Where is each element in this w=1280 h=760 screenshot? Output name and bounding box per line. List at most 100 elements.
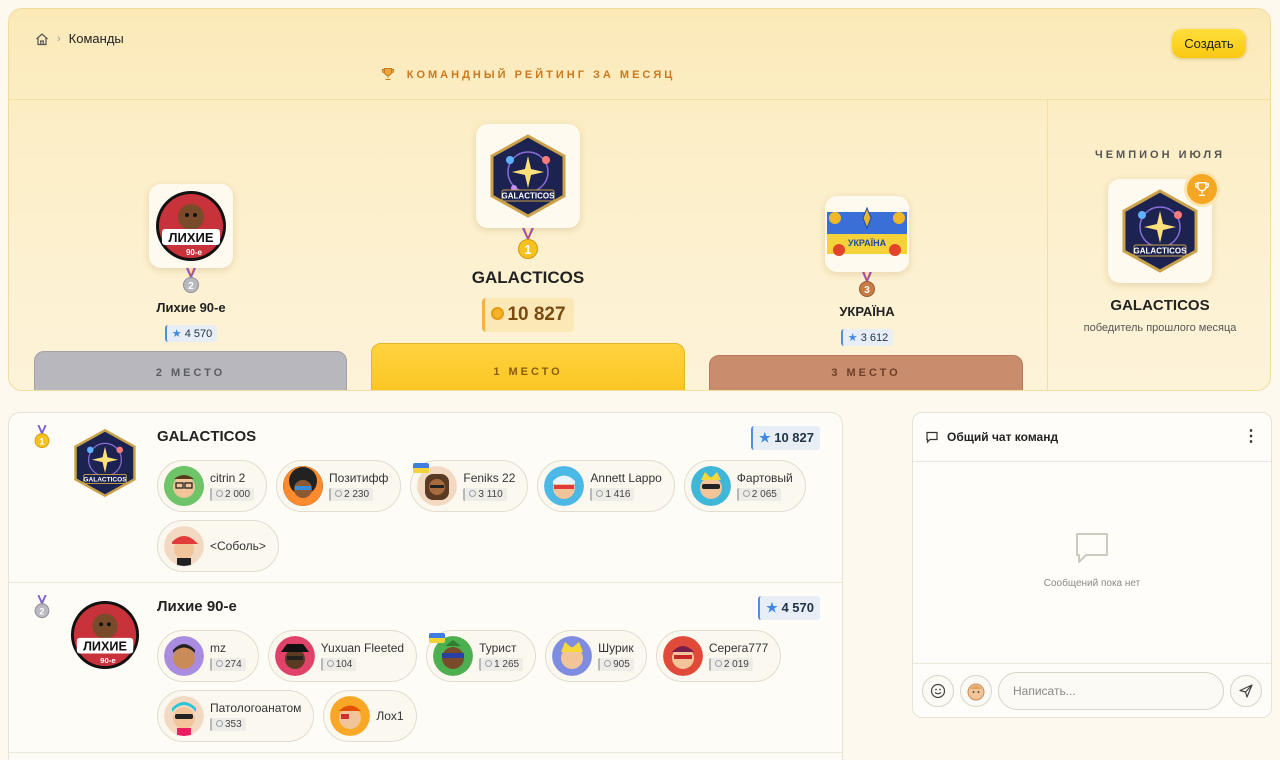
svg-text:GALACTICOS: GALACTICOS [83, 476, 127, 483]
member-chip[interactable]: citrin 2 2 000 [157, 460, 268, 512]
coin-icon [469, 490, 477, 497]
member-name: citrin 2 [210, 471, 246, 485]
avatar-sunglasses-icon [690, 466, 731, 506]
member-chip[interactable]: Yuxuan Fleeted 104 [267, 630, 418, 682]
podium-third-score-value: 3 612 [860, 332, 889, 344]
coin-icon [216, 720, 223, 727]
team-score: ★ 10 827 [750, 426, 820, 450]
coin-icon [216, 490, 223, 497]
coin-icon [216, 660, 223, 667]
member-chip[interactable]: Серега777 2 019 [655, 630, 782, 682]
team-row[interactable]: 2 ЛИХИЕ 90-е Лихие 90-е ★ 4 570 mz 274 Yu… [9, 583, 842, 753]
member-name: Серега777 [708, 641, 769, 655]
podium-first[interactable]: GALACTICOS 1 GALACTICOS 10 827 [458, 124, 598, 332]
podium-second[interactable]: ЛИХИЕ 90-е 2 Лихие 90-е ★ 4 570 [121, 184, 261, 342]
member-score-value: 2 019 [723, 659, 749, 670]
member-score: 1 265 [479, 658, 524, 671]
member-name: Турист [479, 641, 517, 655]
svg-text:2: 2 [188, 281, 194, 292]
trophy-icon [381, 67, 395, 84]
team-name[interactable]: Лихие 90-е [157, 598, 237, 615]
member-chip[interactable]: Позитифф 2 230 [276, 460, 402, 512]
member-name: Лох1 [376, 709, 404, 723]
member-chip[interactable]: Лох1 [323, 690, 417, 742]
member-chip[interactable]: Турист 1 265 [426, 630, 537, 682]
svg-text:1: 1 [39, 436, 44, 446]
banner-divider [9, 99, 1270, 100]
member-score-value: 1 416 [605, 489, 631, 500]
svg-text:2: 2 [39, 606, 44, 616]
coin-icon [604, 660, 612, 667]
member-chip[interactable]: Патологоанатом 353 [157, 690, 315, 742]
podium-step-first: 1 МЕСТО [371, 343, 685, 390]
podium-second-score-value: 4 570 [184, 328, 213, 340]
podium-third-name: УКРАЇНА [839, 304, 895, 319]
team-members: mz 274 Yuxuan Fleeted 104 Турист 1 265 Шури… [157, 630, 817, 742]
coin-icon [491, 307, 505, 320]
home-icon[interactable] [35, 32, 49, 46]
member-score: 274 [210, 658, 246, 671]
svg-text:3: 3 [864, 285, 870, 296]
coin-icon [326, 660, 334, 667]
member-chip[interactable]: Feniks 22 3 110 [410, 460, 529, 512]
podium-first-score: 10 827 [482, 298, 574, 332]
coin-icon [714, 660, 722, 667]
member-name: Патологоанатом [210, 701, 302, 715]
member-score-value: 104 [335, 659, 353, 670]
chat-empty-state: Сообщений пока нет [913, 531, 1271, 589]
chat-empty-text: Сообщений пока нет [1043, 578, 1141, 589]
medal-silver-icon: 2 [183, 268, 199, 293]
podium-first-name: GALACTICOS [471, 268, 585, 287]
member-score: 905 [598, 658, 634, 671]
star-icon: ★ [171, 328, 182, 340]
member-name: Позитифф [329, 471, 389, 485]
sticker-button[interactable] [960, 675, 992, 707]
avatar-afro-icon [283, 466, 324, 506]
smile-icon [930, 683, 946, 699]
member-chip[interactable]: mz 274 [157, 630, 259, 682]
emoji-button[interactable] [922, 675, 954, 707]
create-team-button[interactable]: Создать [1172, 29, 1246, 58]
medal-bronze-icon: 3 [859, 272, 875, 297]
send-button[interactable] [1230, 675, 1262, 707]
member-chip[interactable]: <Соболь> [157, 520, 279, 572]
member-chip[interactable]: Фартовый 2 065 [683, 460, 806, 512]
flag-ua-icon [429, 633, 446, 643]
member-chip[interactable]: Annett Lappo 1 416 [537, 460, 675, 512]
member-name: <Соболь> [210, 539, 266, 553]
member-score: 2 019 [708, 658, 753, 671]
flag-ua-icon [413, 463, 430, 473]
member-score: 2 000 [210, 488, 255, 501]
member-name: Feniks 22 [463, 471, 516, 485]
avatar-cyan-hair-icon [164, 696, 204, 736]
champion-subtitle: победитель прошлого месяца [1083, 322, 1237, 334]
team-score: ★ 4 570 [758, 596, 820, 620]
team-name[interactable]: GALACTICOS [157, 428, 256, 445]
last-month-champion[interactable]: ЧЕМПИОН ИЮЛЯ GALACTICOS GALACTICOS побед… [1048, 149, 1270, 334]
team-logo-galacticos: GALACTICOS [69, 427, 141, 499]
member-chip[interactable]: Шурик 905 [545, 630, 647, 682]
member-name: Шурик [598, 641, 634, 655]
star-icon: ★ [847, 332, 858, 344]
medal-gold-icon: 1 [34, 425, 50, 449]
member-score-value: 3 110 [478, 489, 503, 500]
podium-second-score: ★ 4 570 [164, 325, 218, 342]
star-icon: ★ [758, 430, 771, 445]
podium-third[interactable]: УКРАЇНА 3 УКРАЇНА ★ 3 612 [797, 196, 937, 346]
avatar-red-mask-icon [662, 636, 703, 676]
breadcrumb-current: Команды [68, 31, 124, 46]
rating-title-text: КОМАНДНЫЙ РЕЙТИНГ ЗА МЕСЯЦ [406, 69, 676, 81]
avatar-yellow-icon [330, 696, 371, 736]
more-vertical-icon[interactable]: ⋮ [1243, 429, 1259, 445]
member-score-value: 1 265 [494, 659, 520, 670]
member-name: Yuxuan Fleeted [320, 641, 405, 655]
coin-icon [335, 490, 343, 497]
svg-text:90-е: 90-е [100, 656, 116, 665]
member-name: mz [210, 641, 226, 655]
podium-step-second: 2 МЕСТО [34, 351, 347, 390]
svg-text:GALACTICOS: GALACTICOS [502, 192, 556, 201]
send-icon [1239, 684, 1253, 698]
avatar-mask-icon [544, 466, 585, 506]
team-row[interactable]: 1 GALACTICOS GALACTICOS ★ 10 827 citrin … [9, 413, 842, 583]
chat-message-input[interactable] [998, 672, 1224, 710]
